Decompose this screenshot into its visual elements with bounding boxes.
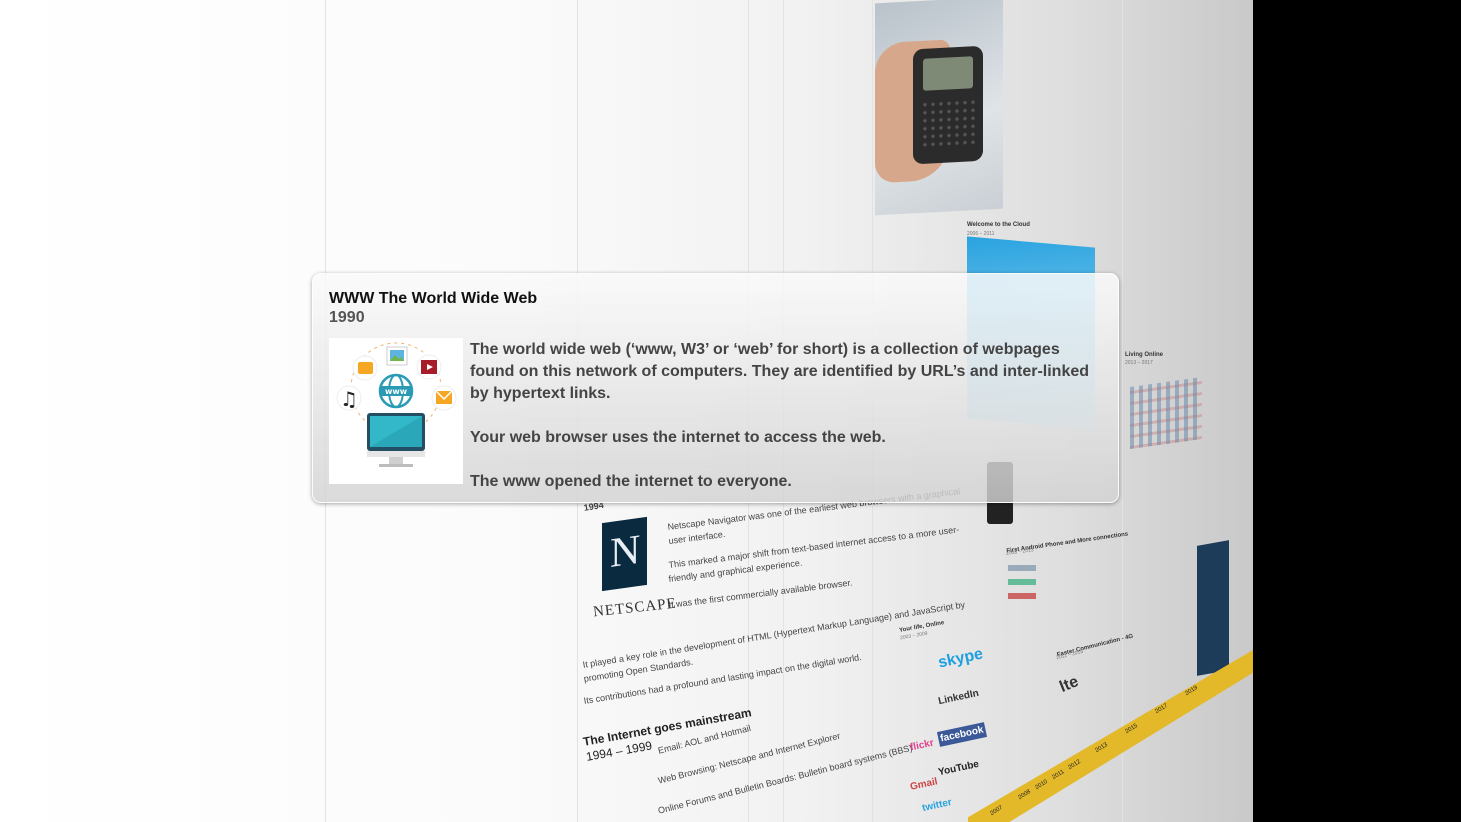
column-divider [1122, 0, 1123, 822]
black-side-panel [1253, 0, 1461, 822]
popup-paragraph: Your web browser uses the internet to ac… [470, 429, 886, 446]
popup-year: 1990 [329, 309, 365, 326]
popup-paragraph: The world wide web (‘www, W3’ or ‘web’ f… [470, 341, 1090, 402]
living-online-years: 2013 – 2017 [1125, 360, 1153, 366]
music-note-icon: ♫ [340, 387, 358, 411]
www-network-icon: ♫ www [329, 338, 463, 484]
netscape-logo: N [602, 516, 647, 592]
popup-title: WWW The World Wide Web [329, 290, 538, 307]
event-popup[interactable]: WWW The World Wide Web 1990 ♫ www The wo… [312, 273, 1119, 503]
living-online-graphic[interactable] [1130, 376, 1202, 450]
circuit-globe-image[interactable] [1197, 540, 1229, 676]
www-illustration: ♫ www [336, 342, 457, 467]
timeline-stage: Welcome to the Cloud 2006 – 2011 Living … [0, 0, 1461, 822]
living-online-title: Living Online [1125, 352, 1164, 358]
phone-keyboard [921, 98, 975, 151]
popup-description: The world wide web (‘www, W3’ or ‘web’ f… [470, 339, 1102, 515]
phone-screen [923, 56, 973, 91]
www-badge: www [385, 387, 408, 396]
blackberry-photo[interactable] [875, 0, 1003, 216]
netscape-logo-letter: N [610, 526, 641, 578]
cloud-title: Welcome to the Cloud [967, 222, 1030, 228]
android-logos [1008, 565, 1036, 635]
popup-paragraph: The www opened the internet to everyone. [470, 473, 792, 490]
